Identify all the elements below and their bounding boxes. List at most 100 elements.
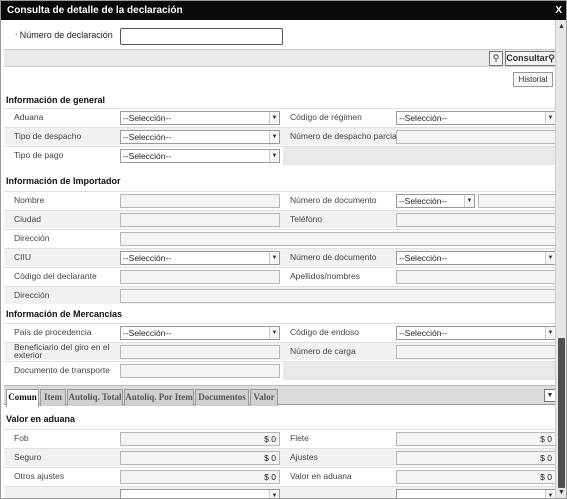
dropdown-arrow-icon: ▼ — [545, 490, 555, 498]
tab-item[interactable]: Item — [40, 389, 66, 406]
ciiu-select[interactable]: --Selección-- ▼ — [120, 251, 280, 265]
numero-despacho-parcial-label: Número de despacho parcial — [290, 131, 399, 141]
partial-select-2[interactable]: ▼ — [396, 489, 556, 498]
apellidos-nombres-field[interactable] — [396, 270, 556, 284]
codigo-regimen-label: Código de régimen — [290, 112, 362, 122]
otros-ajustes-field[interactable]: $ 0 — [120, 470, 280, 484]
dropdown-arrow-icon: ▼ — [545, 112, 555, 124]
nombre-field[interactable] — [120, 194, 280, 208]
empty-cell — [283, 362, 557, 380]
apellidos-nombres-label: Apellidos/nombres — [290, 271, 360, 281]
row-codigo-declarante: Código del declarante Apellidos/nombres — [4, 267, 557, 285]
fob-field[interactable]: $ 0 — [120, 432, 280, 446]
codigo-declarante-field[interactable] — [120, 270, 280, 284]
documento-transporte-field[interactable] — [120, 364, 280, 378]
section-importador-title: Información de Importador — [6, 176, 121, 186]
declaration-number-input[interactable] — [120, 28, 283, 45]
tab-autoliq-por-item[interactable]: Autoliq. Por Item — [124, 389, 194, 406]
numero-documento-field[interactable] — [478, 194, 556, 208]
direccion-2-label: Dirección — [14, 290, 50, 300]
scroll-up-icon[interactable]: ▲ — [557, 22, 566, 32]
section-valor-title: Valor en aduana — [6, 414, 76, 424]
flete-field[interactable]: $ 0 — [396, 432, 556, 446]
tab-valor[interactable]: Valor — [250, 389, 278, 406]
dropdown-arrow-icon: ▼ — [269, 131, 279, 143]
scrollbar-thumb[interactable] — [558, 338, 565, 488]
ajustes-label: Ajustes — [290, 452, 318, 462]
documento-transporte-label: Documento de transporte — [14, 365, 110, 375]
tab-autoliq-total[interactable]: Autoliq. Total — [67, 389, 123, 406]
otros-ajustes-label: Otros ajustes — [14, 471, 65, 481]
row-fob: Fob $ 0 Flete $ 0 — [4, 429, 557, 447]
tipo-despacho-select[interactable]: --Selección-- ▼ — [120, 130, 280, 144]
ciudad-label: Ciudad — [14, 214, 41, 224]
historial-button[interactable]: Historial — [513, 72, 553, 87]
direccion-label: Dirección — [14, 233, 50, 243]
detail-tabs: Comun Item Autoliq. Total Autoliq. Por I… — [4, 385, 557, 407]
vertical-scrollbar[interactable]: ▲ ▼ — [555, 20, 566, 498]
close-icon[interactable]: X — [555, 1, 562, 20]
numero-documento-select[interactable]: --Selección-- ▼ — [396, 194, 475, 208]
window-titlebar: Consulta de detalle de la declaración X — [1, 1, 566, 20]
partial-select[interactable]: ▼ — [120, 489, 280, 498]
codigo-endoso-select[interactable]: --Selección-- ▼ — [396, 326, 556, 340]
row-partial: ▼ ▼ — [4, 486, 557, 498]
section-mercancias-title: Información de Mercancías — [6, 309, 123, 319]
window-title: Consulta de detalle de la declaración — [7, 5, 183, 16]
numero-documento-2-select[interactable]: --Selección-- ▼ — [396, 251, 556, 265]
seguro-label: Seguro — [14, 452, 42, 462]
tab-documentos[interactable]: Documentos — [195, 389, 249, 406]
numero-carga-label: Número de carga — [290, 346, 356, 356]
numero-carga-field[interactable] — [396, 345, 556, 359]
codigo-endoso-label: Código de endoso — [290, 327, 360, 337]
row-tipo-despacho: Tipo de despacho --Selección-- ▼ Número d… — [4, 127, 557, 145]
valor-aduana-field[interactable]: $ 0 — [396, 470, 556, 484]
ciiu-label: CIIU — [14, 252, 31, 262]
tipo-despacho-label: Tipo de despacho — [14, 131, 82, 141]
telefono-field[interactable] — [396, 213, 556, 227]
scroll-down-icon[interactable]: ▼ — [557, 488, 566, 498]
tab-comun[interactable]: Comun — [6, 389, 39, 407]
ciudad-field[interactable] — [120, 213, 280, 227]
declaration-number-label: Número de declaración — [19, 30, 113, 40]
lightbulb-icon[interactable]: ⚲ — [489, 51, 503, 66]
dropdown-arrow-icon: ▼ — [269, 252, 279, 264]
numero-despacho-parcial-field[interactable] — [396, 130, 556, 144]
beneficiario-field[interactable] — [120, 345, 280, 359]
direccion-field[interactable] — [120, 232, 556, 246]
ajustes-field[interactable]: $ 0 — [396, 451, 556, 465]
direccion-2-field[interactable] — [120, 289, 556, 303]
aduana-label: Aduana — [14, 112, 44, 122]
declaration-detail-window: Consulta de detalle de la declaración X … — [0, 0, 567, 499]
beneficiario-label: Beneficiario del giro en el exterior — [14, 342, 110, 360]
row-documento-transporte: Documento de transporte — [4, 361, 557, 380]
tipo-pago-select[interactable]: --Selección-- ▼ — [120, 149, 280, 163]
numero-documento-label: Número de documento — [290, 195, 377, 205]
empty-cell — [283, 147, 557, 165]
row-aduana: Aduana --Selección-- ▼ Código de régimen … — [4, 108, 557, 126]
section-general-title: Información de general — [6, 95, 106, 105]
aduana-select[interactable]: --Selección-- ▼ — [120, 111, 280, 125]
dropdown-arrow-icon: ▼ — [269, 112, 279, 124]
flete-label: Flete — [290, 433, 309, 443]
declaration-number-row: * Número de declaración — [1, 20, 557, 48]
seguro-field[interactable]: $ 0 — [120, 451, 280, 465]
fob-label: Fob — [14, 433, 29, 443]
nombre-label: Nombre — [14, 195, 45, 205]
consultar-button[interactable]: Consultar⚲ — [505, 51, 556, 66]
dropdown-arrow-icon: ▼ — [545, 252, 555, 264]
pais-procedencia-label: País de procedencia — [14, 327, 92, 337]
dropdown-arrow-icon: ▼ — [545, 327, 555, 339]
numero-documento-2-label: Número de documento — [290, 252, 377, 262]
row-direccion-2: Dirección — [4, 286, 557, 304]
row-nombre: Nombre Número de documento --Selección--… — [4, 191, 557, 209]
codigo-regimen-select[interactable]: --Selección-- ▼ — [396, 111, 556, 125]
row-ciiu: CIIU --Selección-- ▼ Número de documento … — [4, 248, 557, 266]
row-pais-procedencia: País de procedencia --Selección-- ▼ Códig… — [4, 323, 557, 341]
dropdown-arrow-icon: ▼ — [269, 490, 279, 498]
tipo-pago-label: Tipo de pago — [14, 150, 64, 160]
row-tipo-pago: Tipo de pago --Selección-- ▼ — [4, 146, 557, 165]
search-icon: ⚲ — [548, 53, 555, 63]
pais-procedencia-select[interactable]: --Selección-- ▼ — [120, 326, 280, 340]
form-content: * Número de declaración ⚲ Consultar⚲ Hist… — [1, 20, 557, 498]
